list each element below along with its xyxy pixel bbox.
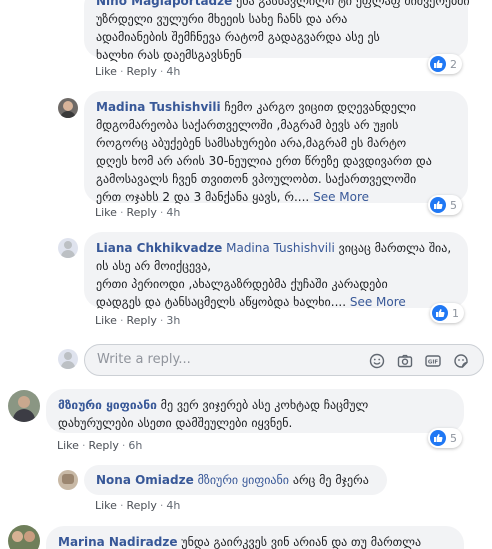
timestamp[interactable]: 4h [166,499,180,512]
thumbs-up-icon [430,56,446,72]
reaction-number: 1 [452,306,459,320]
like-link[interactable]: Like [95,65,117,78]
thumbs-up-icon [432,305,448,321]
comment-author[interactable]: Liana Chkhikvadze [96,241,222,255]
comment-bubble: Nino Magiaportadze ენა გასწავლილი ტი ეფლ… [84,0,470,62]
avatar[interactable] [8,525,40,549]
avatar [58,349,78,369]
comment-text: დღეს ხომ არ არის 30-ნეულია ერთ წრეზე დავ… [96,154,432,168]
comment-author[interactable]: Madina Tushishvili [96,100,221,114]
timestamp[interactable]: 6h [128,439,142,452]
reply-link[interactable]: Reply [88,439,118,452]
see-more-link[interactable]: See More [350,295,406,309]
comment-text: მე ვერ ვიჯერებ ასე კოხტად ჩაცმულ [160,398,369,412]
smiley-icon[interactable] [369,353,385,369]
like-link[interactable]: Like [95,314,117,327]
reply-input[interactable] [97,352,347,367]
sticker-icon[interactable] [453,353,469,369]
reaction-number: 5 [450,431,457,445]
comment-author[interactable]: Marina Nadiradze [58,535,177,549]
reaction-number: 2 [450,57,457,71]
avatar[interactable] [58,98,78,118]
comment-text: ადამიანების შემჩნევა რატომ გადაგვარდა ას… [96,30,380,44]
like-link[interactable]: Like [57,439,79,452]
comment-text: ხალხი რას დაემსგავსნენ [96,48,242,62]
comment-text: გამოსავალს ჩვენ თვითონ ვპოულობთ. საქართვ… [96,172,417,186]
comment-bubble: Liana Chkhikvadze Madina Tushishvili ვიც… [84,232,468,309]
reaction-count[interactable]: 1 [430,303,464,323]
reaction-count[interactable]: 5 [428,195,462,215]
gif-icon[interactable]: GIF [425,353,441,369]
comment-author[interactable]: Nona Omiadze [96,473,194,487]
comment-text: მდგომარეობა საქართველოში ,მაგრამ ბევს არ… [96,118,399,132]
comment-text: ის ასე არ მოიქცევა, [96,259,212,273]
reply-composer[interactable]: GIF [84,344,484,376]
timestamp[interactable]: 4h [166,65,180,78]
comment-actions: Like · Reply · 4h [95,206,181,219]
svg-text:GIF: GIF [428,360,439,366]
reaction-count[interactable]: 2 [428,54,462,74]
comment-text: ერთი პერიოდი ,ახალგაზრდებმა ქუჩაში კარად… [96,277,388,291]
comment-text: არც მე მჯერა [292,473,369,487]
reply-link[interactable]: Reply [126,65,156,78]
comment-actions: Like · Reply · 6h [57,439,143,452]
avatar[interactable] [58,470,78,490]
camera-icon[interactable] [397,353,413,369]
reaction-number: 5 [450,198,457,212]
comment-bubble: Nona Omiadze მზიური ყიფიანი არც მე მჯერა [84,465,387,495]
comment-actions: Like · Reply · 4h [95,65,181,78]
comment-text: ვიცაც მართლა შია, [338,241,452,255]
comment-actions: Like · Reply · 4h [95,499,181,512]
comment-bubble: Marina Nadiradze უნდა გაირკვეს ვინ არიან… [46,526,464,549]
comment-actions: Like · Reply · 3h [95,314,181,327]
comment-bubble: Madina Tushishvili ჩემო კარგო ვიცით დღევ… [84,91,468,204]
like-link[interactable]: Like [95,499,117,512]
comment-author[interactable]: Nino Magiaportadze [96,0,232,8]
comment-text: უნდა გაირკვეს ვინ არიან და თუ მართლა [181,535,422,549]
mention-link[interactable]: Madina Tushishvili [226,241,335,255]
comment-bubble: მზიური ყიფიანი მე ვერ ვიჯერებ ასე კოხტად… [46,389,464,433]
comment-text: ერთ ოჯახს 2 და 3 მანქანა ყავს, რ.... [96,190,310,204]
reply-link[interactable]: Reply [126,314,156,327]
reaction-count[interactable]: 5 [428,428,462,448]
see-more-link[interactable]: See More [313,190,369,204]
reply-link[interactable]: Reply [126,206,156,219]
timestamp[interactable]: 4h [166,206,180,219]
reply-link[interactable]: Reply [126,499,156,512]
thumbs-up-icon [430,197,446,213]
avatar[interactable] [8,390,40,422]
avatar[interactable] [58,238,78,258]
comment-author[interactable]: მზიური ყიფიანი [58,398,157,412]
timestamp[interactable]: 3h [166,314,180,327]
mention-link[interactable]: მზიური ყიფიანი [198,473,289,487]
comment-text: დადგეს და ტანსაცმელს აწყობდა ხალხი.... [96,295,347,309]
comment-text: უზრდელი ვულური მხეეის სახე ჩანს და არა [96,12,348,26]
comment-text: ჩემო კარგო ვიცით დღევანდელი [224,100,416,114]
comment-text: როგორც აბუქებენ სამსახურები არა,მაგრამ ე… [96,136,407,150]
thumbs-up-icon [430,430,446,446]
like-link[interactable]: Like [95,206,117,219]
comment-text: ენა გასწავლილი ტი ეფლაფ მიშვერებში [236,0,470,8]
comment-text: დახურულები ასეთი დამშეულები იყვნენ. [58,416,293,430]
